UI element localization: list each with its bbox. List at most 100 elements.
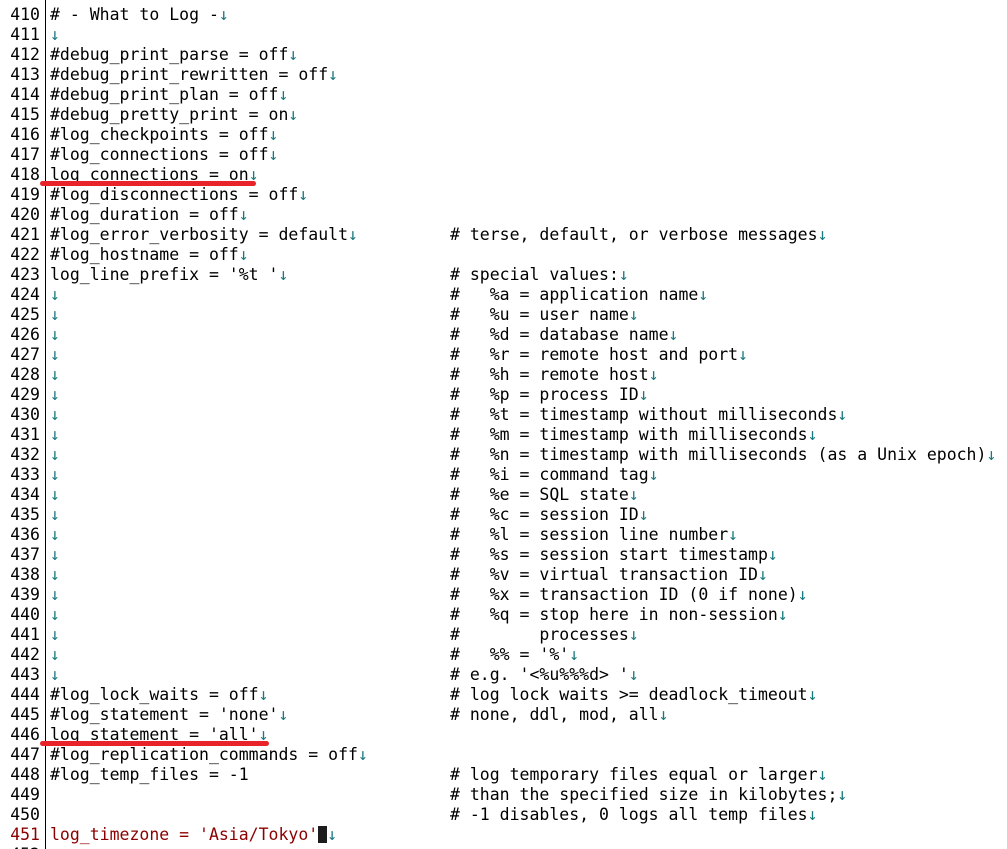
line-content[interactable]: #debug_print_rewritten = off↓ (50, 65, 338, 85)
trailing-comment: # %s = session start timestamp↓ (450, 545, 778, 565)
code-line[interactable]: 449 # than the specified size in kilobyte… (0, 785, 1007, 805)
code-line[interactable]: 427 ↓ # %r = remote host and port↓ (0, 345, 1007, 365)
code-line[interactable]: 414 #debug_print_plan = off↓ (0, 85, 1007, 105)
line-content[interactable]: ↓ (50, 25, 60, 45)
code-line[interactable]: 410 # - What to Log -↓ (0, 5, 1007, 25)
code-line[interactable]: 442 ↓ # %% = '%'↓ (0, 645, 1007, 665)
code-line[interactable]: 419 #log_disconnections = off↓ (0, 185, 1007, 205)
code-line[interactable]: 433 ↓ # %i = command tag↓ (0, 465, 1007, 485)
line-content[interactable]: #log_statement = 'none'↓ (50, 705, 288, 725)
line-content[interactable]: ↓ (50, 545, 60, 565)
line-content[interactable]: #log_lock_waits = off↓ (50, 685, 269, 705)
code-line[interactable]: 438 ↓ # %v = virtual transaction ID↓ (0, 565, 1007, 585)
code-line[interactable]: 431 ↓ # %m = timestamp with milliseconds↓ (0, 425, 1007, 445)
code-line[interactable]: 422 #log_hostname = off↓ (0, 245, 1007, 265)
code-line[interactable]: 425 ↓ # %u = user name↓ (0, 305, 1007, 325)
line-content[interactable]: ↓ (50, 305, 60, 325)
code-line[interactable]: 421 #log_error_verbosity = default↓ # ters… (0, 225, 1007, 245)
code-line[interactable]: 432 ↓ # %n = timestamp with milliseconds (… (0, 445, 1007, 465)
code-line[interactable]: 437 ↓ # %s = session start timestamp↓ (0, 545, 1007, 565)
line-content[interactable]: #log_temp_files = -1 (50, 765, 249, 785)
line-content[interactable]: ↓ (50, 585, 60, 605)
line-content[interactable]: ↓ (50, 285, 60, 305)
eol-marker-icon: ↓ (618, 265, 629, 284)
code-line[interactable]: 435 ↓ # %c = session ID↓ (0, 505, 1007, 525)
code-line[interactable]: 424 ↓ # %a = application name↓ (0, 285, 1007, 305)
line-content[interactable]: #log_replication_commands = off↓ (50, 745, 368, 765)
code-line[interactable]: 412 #debug_print_parse = off↓ (0, 45, 1007, 65)
line-content[interactable]: ↓ (50, 325, 60, 345)
gutter-divider (45, 525, 46, 545)
code-line[interactable]: 429 ↓ # %p = process ID↓ (0, 385, 1007, 405)
eol-marker-icon: ↓ (327, 825, 338, 844)
line-content[interactable]: ↓ (50, 485, 60, 505)
code-line[interactable]: 420 #log_duration = off↓ (0, 205, 1007, 225)
line-content[interactable]: ↓ (50, 565, 60, 585)
gutter-divider (45, 25, 46, 45)
code-line[interactable]: 415 #debug_pretty_print = on↓ (0, 105, 1007, 125)
text-editor[interactable]: 409↓410# - What to Log -↓411↓412#debug_p… (0, 0, 1007, 849)
line-content[interactable]: ↓ (50, 645, 60, 665)
eol-marker-icon: ↓ (50, 385, 60, 404)
eol-marker-icon: ↓ (628, 485, 639, 504)
code-line[interactable]: 416 #log_checkpoints = off↓ (0, 125, 1007, 145)
line-content[interactable]: #debug_print_plan = off↓ (50, 85, 288, 105)
line-content[interactable]: ↓ (50, 445, 60, 465)
eol-marker-icon: ↓ (258, 685, 269, 704)
code-line[interactable]: 434 ↓ # %e = SQL state↓ (0, 485, 1007, 505)
code-line[interactable]: 443 ↓ # e.g. '<%u%%%d> '↓ (0, 665, 1007, 685)
code-line[interactable]: 439 ↓ # %x = transaction ID (0 if none)↓ (0, 585, 1007, 605)
code-line[interactable]: 444 #log_lock_waits = off↓ # log lock wait… (0, 685, 1007, 705)
line-content[interactable]: # - What to Log -↓ (50, 5, 229, 25)
line-content[interactable]: ↓ (50, 505, 60, 525)
eol-marker-icon: ↓ (238, 205, 249, 224)
code-line[interactable]: 423 log_line_prefix = '%t '↓ # special val… (0, 265, 1007, 285)
code-line[interactable]: 450 # -1 disables, 0 logs all temp files↓ (0, 805, 1007, 825)
line-content[interactable]: #log_hostname = off↓ (50, 245, 249, 265)
line-number: 439 (10, 585, 40, 604)
line-content[interactable]: #log_disconnections = off↓ (50, 185, 308, 205)
code-surface[interactable]: 409↓410# - What to Log -↓411↓412#debug_p… (0, 0, 1007, 849)
code-line[interactable]: 441 ↓ # processes↓ (0, 625, 1007, 645)
gutter-divider (45, 585, 46, 605)
line-content[interactable]: ↓ (50, 465, 60, 485)
code-line[interactable]: 436 ↓ # %l = session line number↓ (0, 525, 1007, 545)
line-content[interactable]: ↓ (50, 625, 60, 645)
line-content[interactable]: #log_error_verbosity = default↓ (50, 225, 358, 245)
line-number: 425 (10, 305, 40, 324)
line-content[interactable]: ↓ (50, 605, 60, 625)
code-line[interactable]: 430 ↓ # %t = timestamp without millisecond… (0, 405, 1007, 425)
code-line[interactable]: 417 #log_connections = off↓ (0, 145, 1007, 165)
line-content[interactable]: ↓ (50, 425, 60, 445)
line-content[interactable]: ↓ (50, 385, 60, 405)
line-content[interactable]: #log_duration = off↓ (50, 205, 249, 225)
line-number: 415 (10, 105, 40, 124)
code-line[interactable]: 411 ↓ (0, 25, 1007, 45)
code-line[interactable]: 451 log_timezone = 'Asia/Tokyo' ↓ (0, 825, 1007, 845)
trailing-comment: # %i = command tag↓ (450, 465, 659, 485)
line-content[interactable]: ↓ (50, 405, 60, 425)
code-line[interactable]: 445 #log_statement = 'none'↓ # none, ddl, … (0, 705, 1007, 725)
line-content[interactable]: log_line_prefix = '%t '↓ (50, 265, 288, 285)
line-content[interactable]: #debug_print_parse = off↓ (50, 45, 298, 65)
code-line[interactable]: 428 ↓ # %h = remote host↓ (0, 365, 1007, 385)
code-line[interactable]: 448 #log_temp_files = -1 # log temporary f… (0, 765, 1007, 785)
line-content[interactable]: ↓ (50, 345, 60, 365)
line-content[interactable]: #log_connections = off↓ (50, 145, 278, 165)
eol-marker-icon: ↓ (807, 685, 818, 704)
code-line[interactable]: 413 #debug_print_rewritten = off↓ (0, 65, 1007, 85)
code-line[interactable]: 426 ↓ # %d = database name↓ (0, 325, 1007, 345)
trailing-comment: # %l = session line number↓ (450, 525, 738, 545)
line-content[interactable]: #debug_pretty_print = on↓ (50, 105, 298, 125)
line-number: 442 (10, 645, 40, 664)
line-content[interactable]: log_timezone = 'Asia/Tokyo' ↓ (50, 825, 337, 845)
line-content[interactable]: ↓ (50, 665, 60, 685)
code-line[interactable]: 447 #log_replication_commands = off↓ (0, 745, 1007, 765)
line-content[interactable]: ↓ (50, 365, 60, 385)
line-content[interactable]: #log_checkpoints = off↓ (50, 125, 278, 145)
code-line[interactable]: 452 (0, 845, 1007, 849)
trailing-comment: # %x = transaction ID (0 if none)↓ (450, 585, 808, 605)
line-content[interactable]: ↓ (50, 525, 60, 545)
line-number: 437 (10, 545, 40, 564)
code-line[interactable]: 440 ↓ # %q = stop here in non-session↓ (0, 605, 1007, 625)
